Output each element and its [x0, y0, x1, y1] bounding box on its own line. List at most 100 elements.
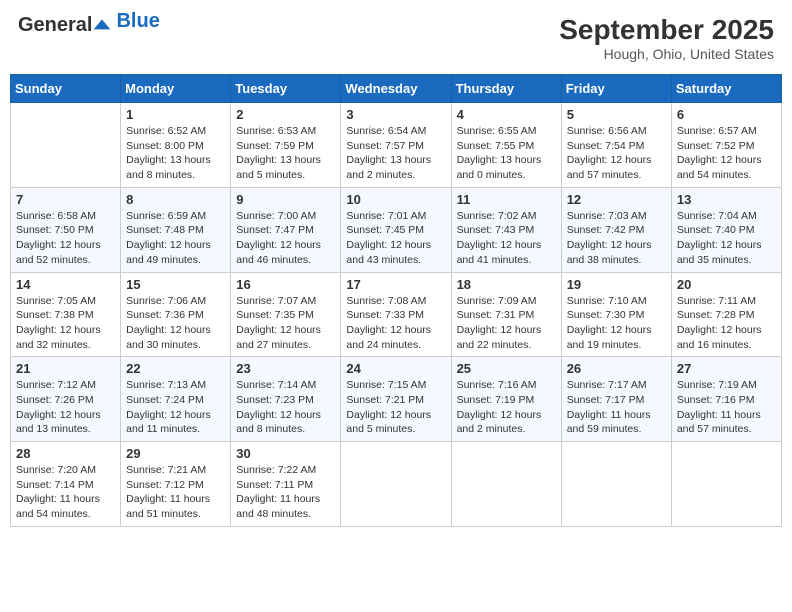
calendar-cell: 25 Sunrise: 7:16 AMSunset: 7:19 PMDayligh… [451, 357, 561, 442]
calendar-cell: 20 Sunrise: 7:11 AMSunset: 7:28 PMDayligh… [671, 272, 781, 357]
day-number: 11 [457, 192, 556, 207]
day-info: Sunrise: 7:19 AMSunset: 7:16 PMDaylight:… [677, 378, 776, 437]
calendar-cell: 28 Sunrise: 7:20 AMSunset: 7:14 PMDayligh… [11, 442, 121, 527]
day-info: Sunrise: 7:02 AMSunset: 7:43 PMDaylight:… [457, 209, 556, 268]
day-info: Sunrise: 7:11 AMSunset: 7:28 PMDaylight:… [677, 294, 776, 353]
logo: General Blue [18, 14, 160, 37]
day-number: 22 [126, 361, 225, 376]
day-number: 24 [346, 361, 445, 376]
calendar-cell: 16 Sunrise: 7:07 AMSunset: 7:35 PMDayligh… [231, 272, 341, 357]
day-number: 18 [457, 277, 556, 292]
day-number: 26 [567, 361, 666, 376]
day-number: 12 [567, 192, 666, 207]
calendar-cell: 3 Sunrise: 6:54 AMSunset: 7:57 PMDaylight… [341, 103, 451, 188]
day-number: 19 [567, 277, 666, 292]
calendar-cell: 6 Sunrise: 6:57 AMSunset: 7:52 PMDaylight… [671, 103, 781, 188]
day-number: 4 [457, 107, 556, 122]
day-info: Sunrise: 7:17 AMSunset: 7:17 PMDaylight:… [567, 378, 666, 437]
day-header-tuesday: Tuesday [231, 75, 341, 103]
calendar-cell: 11 Sunrise: 7:02 AMSunset: 7:43 PMDayligh… [451, 187, 561, 272]
calendar-week-3: 14 Sunrise: 7:05 AMSunset: 7:38 PMDayligh… [11, 272, 782, 357]
calendar: SundayMondayTuesdayWednesdayThursdayFrid… [10, 74, 782, 527]
header: General Blue September 2025 Hough, Ohio,… [10, 10, 782, 66]
calendar-cell: 24Sunrise: 7:15 AMSunset: 7:21 PMDayligh… [341, 357, 451, 442]
day-number: 25 [457, 361, 556, 376]
calendar-cell [561, 442, 671, 527]
day-header-friday: Friday [561, 75, 671, 103]
day-info: Sunrise: 6:54 AMSunset: 7:57 PMDaylight:… [346, 124, 445, 183]
calendar-cell: 4 Sunrise: 6:55 AMSunset: 7:55 PMDaylight… [451, 103, 561, 188]
logo-general: General [18, 14, 92, 37]
calendar-cell: 17 Sunrise: 7:08 AMSunset: 7:33 PMDayligh… [341, 272, 451, 357]
calendar-week-2: 7 Sunrise: 6:58 AMSunset: 7:50 PMDaylight… [11, 187, 782, 272]
day-number: 20 [677, 277, 776, 292]
day-number: 17 [346, 277, 445, 292]
day-info: Sunrise: 7:14 AMSunset: 7:23 PMDaylight:… [236, 378, 335, 437]
day-info: Sunrise: 6:56 AMSunset: 7:54 PMDaylight:… [567, 124, 666, 183]
day-info: Sunrise: 6:58 AMSunset: 7:50 PMDaylight:… [16, 209, 115, 268]
day-number: 3 [346, 107, 445, 122]
day-number: 27 [677, 361, 776, 376]
logo-blue: Blue [116, 10, 159, 33]
day-info: Sunrise: 7:05 AMSunset: 7:38 PMDaylight:… [16, 294, 115, 353]
calendar-cell [341, 442, 451, 527]
day-number: 21 [16, 361, 115, 376]
day-info: Sunrise: 7:22 AMSunset: 7:11 PMDaylight:… [236, 463, 335, 522]
calendar-cell: 21Sunrise: 7:12 AMSunset: 7:26 PMDayligh… [11, 357, 121, 442]
day-number: 15 [126, 277, 225, 292]
calendar-cell: 2 Sunrise: 6:53 AMSunset: 7:59 PMDaylight… [231, 103, 341, 188]
calendar-cell: 23Sunrise: 7:14 AMSunset: 7:23 PMDayligh… [231, 357, 341, 442]
calendar-cell: 15 Sunrise: 7:06 AMSunset: 7:36 PMDayligh… [121, 272, 231, 357]
day-number: 28 [16, 446, 115, 461]
day-info: Sunrise: 6:55 AMSunset: 7:55 PMDaylight:… [457, 124, 556, 183]
day-number: 8 [126, 192, 225, 207]
day-info: Sunrise: 6:53 AMSunset: 7:59 PMDaylight:… [236, 124, 335, 183]
day-info: Sunrise: 7:20 AMSunset: 7:14 PMDaylight:… [16, 463, 115, 522]
day-info: Sunrise: 7:00 AMSunset: 7:47 PMDaylight:… [236, 209, 335, 268]
day-number: 5 [567, 107, 666, 122]
calendar-cell [11, 103, 121, 188]
day-info: Sunrise: 7:04 AMSunset: 7:40 PMDaylight:… [677, 209, 776, 268]
calendar-cell: 29Sunrise: 7:21 AMSunset: 7:12 PMDayligh… [121, 442, 231, 527]
day-number: 10 [346, 192, 445, 207]
calendar-cell: 9 Sunrise: 7:00 AMSunset: 7:47 PMDaylight… [231, 187, 341, 272]
day-number: 2 [236, 107, 335, 122]
calendar-cell [451, 442, 561, 527]
day-number: 6 [677, 107, 776, 122]
calendar-cell: 13 Sunrise: 7:04 AMSunset: 7:40 PMDayligh… [671, 187, 781, 272]
calendar-week-5: 28 Sunrise: 7:20 AMSunset: 7:14 PMDayligh… [11, 442, 782, 527]
day-number: 13 [677, 192, 776, 207]
day-number: 1 [126, 107, 225, 122]
day-header-thursday: Thursday [451, 75, 561, 103]
day-number: 30 [236, 446, 335, 461]
title-section: September 2025 Hough, Ohio, United State… [559, 14, 774, 62]
day-number: 7 [16, 192, 115, 207]
day-info: Sunrise: 7:03 AMSunset: 7:42 PMDaylight:… [567, 209, 666, 268]
calendar-cell: 1Sunrise: 6:52 AMSunset: 8:00 PMDaylight… [121, 103, 231, 188]
calendar-cell: 10Sunrise: 7:01 AMSunset: 7:45 PMDayligh… [341, 187, 451, 272]
calendar-cell: 18 Sunrise: 7:09 AMSunset: 7:31 PMDayligh… [451, 272, 561, 357]
main-title: September 2025 [559, 14, 774, 46]
day-number: 9 [236, 192, 335, 207]
day-info: Sunrise: 7:10 AMSunset: 7:30 PMDaylight:… [567, 294, 666, 353]
day-info: Sunrise: 7:07 AMSunset: 7:35 PMDaylight:… [236, 294, 335, 353]
day-info: Sunrise: 6:57 AMSunset: 7:52 PMDaylight:… [677, 124, 776, 183]
calendar-cell: 7 Sunrise: 6:58 AMSunset: 7:50 PMDaylight… [11, 187, 121, 272]
day-info: Sunrise: 7:16 AMSunset: 7:19 PMDaylight:… [457, 378, 556, 437]
day-number: 16 [236, 277, 335, 292]
day-info: Sunrise: 7:06 AMSunset: 7:36 PMDaylight:… [126, 294, 225, 353]
calendar-cell: 14 Sunrise: 7:05 AMSunset: 7:38 PMDayligh… [11, 272, 121, 357]
day-number: 14 [16, 277, 115, 292]
calendar-cell: 8Sunrise: 6:59 AMSunset: 7:48 PMDaylight… [121, 187, 231, 272]
calendar-cell: 27 Sunrise: 7:19 AMSunset: 7:16 PMDayligh… [671, 357, 781, 442]
day-info: Sunrise: 7:13 AMSunset: 7:24 PMDaylight:… [126, 378, 225, 437]
calendar-cell: 22 Sunrise: 7:13 AMSunset: 7:24 PMDayligh… [121, 357, 231, 442]
day-header-monday: Monday [121, 75, 231, 103]
logo-icon [92, 16, 112, 36]
day-header-sunday: Sunday [11, 75, 121, 103]
day-number: 29 [126, 446, 225, 461]
day-info: Sunrise: 7:08 AMSunset: 7:33 PMDaylight:… [346, 294, 445, 353]
day-info: Sunrise: 7:09 AMSunset: 7:31 PMDaylight:… [457, 294, 556, 353]
calendar-cell: 26 Sunrise: 7:17 AMSunset: 7:17 PMDayligh… [561, 357, 671, 442]
calendar-week-4: 21Sunrise: 7:12 AMSunset: 7:26 PMDayligh… [11, 357, 782, 442]
